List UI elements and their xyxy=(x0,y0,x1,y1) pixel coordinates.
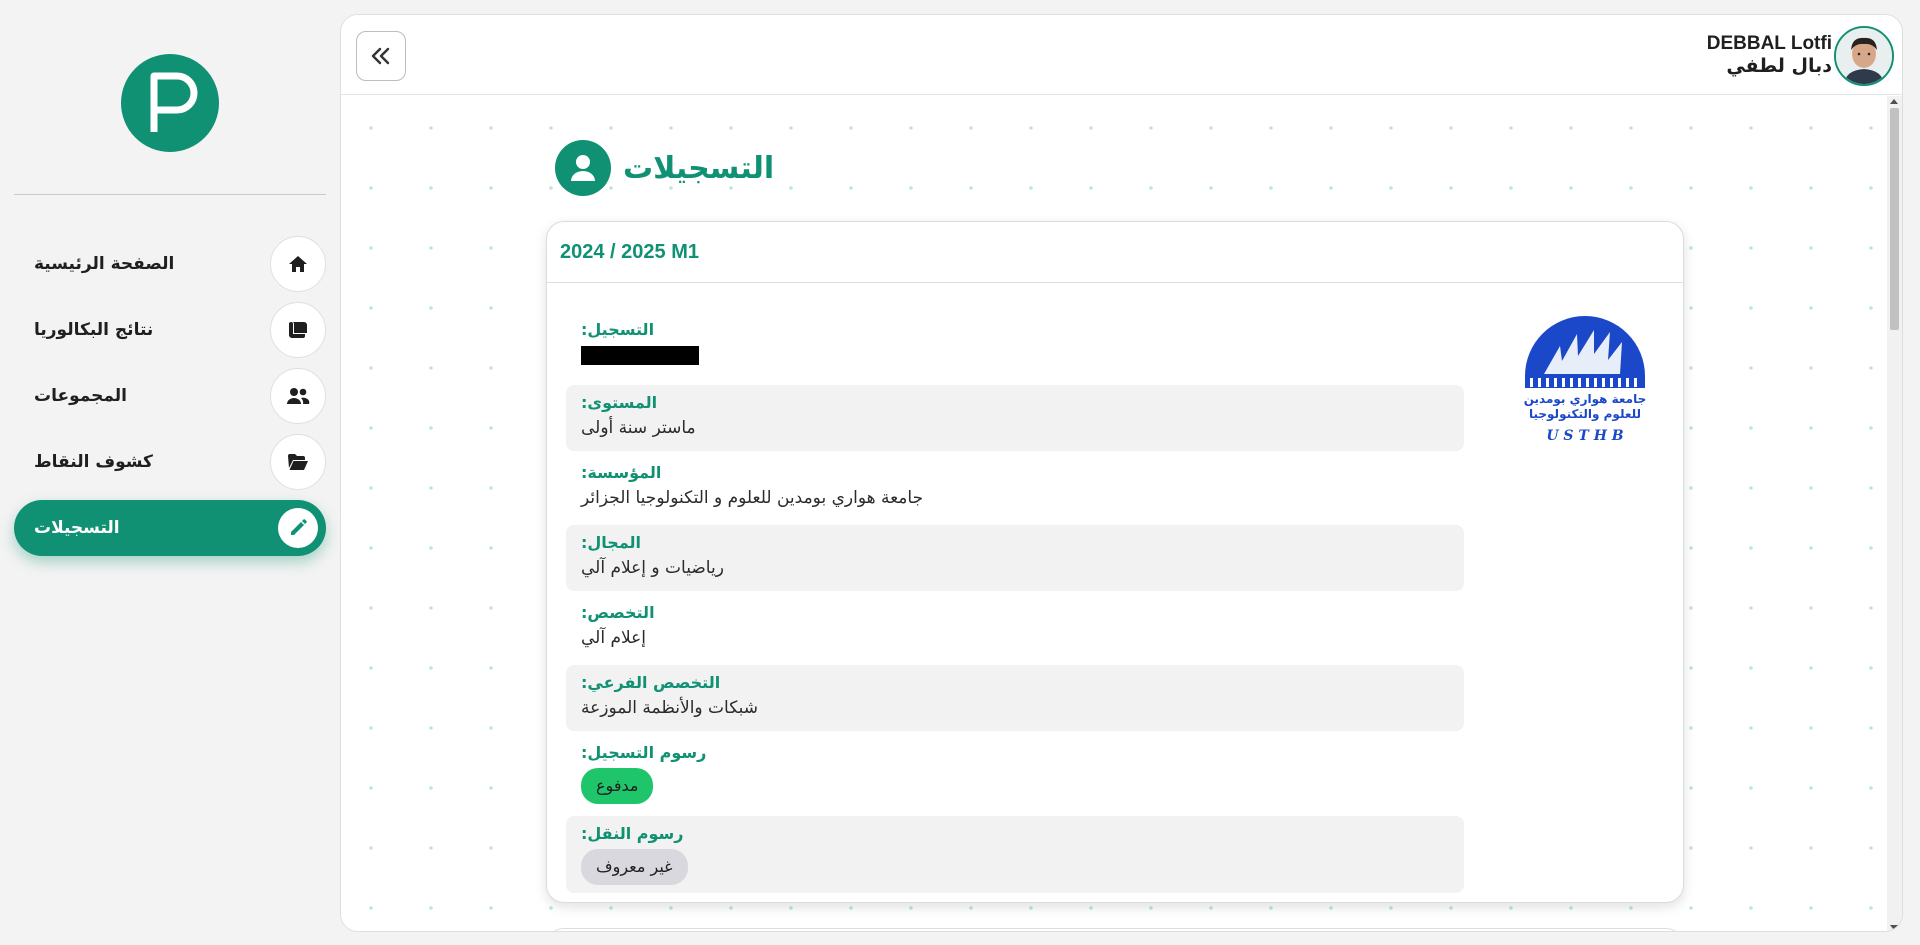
user-name: DEBBAL Lotfi xyxy=(1706,33,1832,54)
registration-card: 2024 / 2025 M1 التسجيل: المستوى: ماستر س… xyxy=(546,221,1684,903)
field-value: جامعة هواري بومدين للعلوم و التكنولوجيا … xyxy=(581,488,924,508)
scrollbar[interactable] xyxy=(1887,96,1902,931)
scroll-thumb[interactable] xyxy=(1890,108,1899,330)
field-label: رسوم التسجيل: xyxy=(581,743,707,762)
page-header: التسجيلات xyxy=(555,140,774,196)
users-icon xyxy=(270,368,326,424)
sidebar-item-registrations[interactable]: التسجيلات xyxy=(14,500,326,556)
field-sub-specialty: التخصص الفرعي: شبكات والأنظمة الموزعة xyxy=(566,665,1464,731)
field-label: المجال: xyxy=(581,533,642,552)
field-value xyxy=(581,342,1449,373)
folder-open-icon xyxy=(270,434,326,490)
field-value: إعلام آلي xyxy=(581,628,647,648)
redacted-registration-number xyxy=(581,346,699,365)
field-value: رياضيات و إعلام آلي xyxy=(581,558,724,578)
sidebar: الصفحة الرئيسية نتائج البكالوريا المجموع… xyxy=(0,0,340,945)
card-year-title: 2024 / 2025 M1 xyxy=(547,222,1683,283)
field-level: المستوى: ماستر سنة أولى xyxy=(566,385,1464,451)
next-registration-card xyxy=(546,928,1684,931)
sidebar-item-transcripts[interactable]: كشوف النقاط xyxy=(14,434,326,490)
user-info[interactable]: DEBBAL Lotfi دبال لطفي xyxy=(1707,33,1832,77)
top-bar: DEBBAL Lotfi دبال لطفي xyxy=(341,15,1902,95)
sidebar-item-label: المجموعات xyxy=(34,386,127,406)
avatar[interactable] xyxy=(1834,26,1894,86)
sidebar-item-groups[interactable]: المجموعات xyxy=(14,368,326,424)
logo-p-icon xyxy=(150,72,198,132)
svg-text:جامعة هواري بومدين: جامعة هواري بومدين xyxy=(1524,392,1647,407)
sidebar-item-label: التسجيلات xyxy=(34,518,120,538)
scroll-up-arrow-icon[interactable] xyxy=(1890,99,1898,104)
sidebar-divider xyxy=(14,194,326,195)
field-label: التخصص: xyxy=(581,603,655,622)
scroll-icon xyxy=(270,302,326,358)
field-specialty: التخصص: إعلام آلي xyxy=(566,595,1464,661)
sidebar-item-home[interactable]: الصفحة الرئيسية xyxy=(14,236,326,292)
pencil-icon xyxy=(278,508,318,548)
field-institution: المؤسسة: جامعة هواري بومدين للعلوم و الت… xyxy=(566,455,1464,521)
scroll-down-arrow-icon[interactable] xyxy=(1890,925,1898,930)
field-value: شبكات والأنظمة الموزعة xyxy=(581,698,758,718)
home-icon xyxy=(270,236,326,292)
field-registration: التسجيل: xyxy=(566,312,1464,381)
registration-fields: التسجيل: المستوى: ماستر سنة أولى المؤسسة… xyxy=(566,312,1464,897)
collapse-sidebar-button[interactable] xyxy=(356,31,406,81)
university-logo: جامعة هواري بومدين للعلوم والتكنولوجيا U… xyxy=(1522,316,1648,446)
field-value: ماستر سنة أولى xyxy=(581,418,696,438)
field-transfer-fees: رسوم النقل: غير معروف xyxy=(566,816,1464,893)
field-domain: المجال: رياضيات و إعلام آلي xyxy=(566,525,1464,591)
sidebar-item-label: الصفحة الرئيسية xyxy=(34,254,175,274)
field-label: رسوم النقل: xyxy=(581,824,684,843)
svg-text:للعلوم والتكنولوجيا: للعلوم والتكنولوجيا xyxy=(1529,407,1641,422)
field-label: المستوى: xyxy=(581,393,658,412)
double-chevron-left-icon xyxy=(371,47,390,65)
field-label: التسجيل: xyxy=(581,320,655,339)
sidebar-nav: الصفحة الرئيسية نتائج البكالوريا المجموع… xyxy=(14,236,326,566)
user-icon xyxy=(555,140,611,196)
svg-text:U S T H B: U S T H B xyxy=(1546,428,1623,444)
status-badge: غير معروف xyxy=(581,849,688,885)
main-panel: DEBBAL Lotfi دبال لطفي التسجيلات 2024 / … xyxy=(340,14,1903,932)
sidebar-item-label: نتائج البكالوريا xyxy=(34,320,154,340)
content-area: التسجيلات 2024 / 2025 M1 التسجيل: المستو… xyxy=(341,96,1889,931)
page-title: التسجيلات xyxy=(623,150,775,186)
field-label: المؤسسة: xyxy=(581,463,662,482)
sidebar-item-bac-results[interactable]: نتائج البكالوريا xyxy=(14,302,326,358)
field-label: التخصص الفرعي: xyxy=(581,673,721,692)
status-badge: مدفوع xyxy=(581,768,654,804)
sidebar-item-label: كشوف النقاط xyxy=(34,452,153,472)
field-value: غير معروف xyxy=(581,846,1449,885)
user-name-arabic: دبال لطفي xyxy=(1726,55,1832,77)
field-value: مدفوع xyxy=(581,765,1449,804)
app-logo[interactable] xyxy=(121,54,219,152)
field-registration-fees: رسوم التسجيل: مدفوع xyxy=(566,735,1464,812)
